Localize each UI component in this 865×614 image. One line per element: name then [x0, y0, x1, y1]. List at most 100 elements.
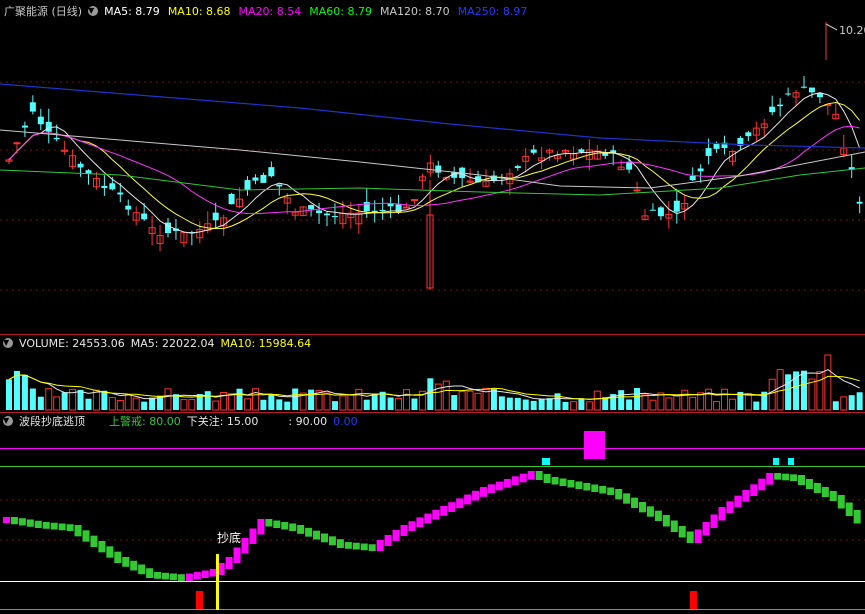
volume-bar: [212, 400, 220, 411]
volume-bar: [681, 389, 689, 411]
volume-bar: [593, 390, 601, 411]
volume-bar: [268, 394, 275, 410]
candle-body: [777, 104, 784, 107]
volume-bar: [45, 388, 53, 411]
volume-bar: [856, 392, 863, 410]
indicator-block: [289, 523, 297, 531]
volume-bar: [602, 397, 609, 410]
volume-bar: [339, 395, 347, 411]
candle-body: [141, 213, 148, 220]
alert-block: [788, 458, 794, 465]
indicator-block: [456, 498, 464, 509]
volume-bar: [546, 398, 553, 410]
indicator-block: [344, 542, 352, 549]
indicator-block: [837, 495, 845, 509]
volume-bar: [77, 389, 84, 410]
indicator-block: [535, 471, 543, 480]
indicator-block: [774, 473, 782, 480]
ma-legend-item: MA20: 8.54: [238, 4, 302, 18]
indicator-block: [448, 502, 456, 512]
candle-body: [633, 189, 641, 192]
candle-body: [53, 137, 60, 140]
candle-body: [379, 209, 386, 212]
volume-bar: [530, 400, 537, 410]
indicator-block: [559, 478, 567, 486]
volume-bar: [451, 395, 458, 410]
volume-bar: [204, 391, 211, 410]
indicator-block: [50, 522, 58, 530]
indicator-block: [472, 490, 480, 501]
volume-header: ▼ VOLUME: 24553.06 MA5: 22022.04 MA10: 1…: [0, 335, 311, 351]
volume-bar: [840, 396, 848, 411]
indicator-block: [26, 519, 34, 527]
volume-bar: [705, 388, 713, 411]
volume-bar: [427, 378, 434, 410]
candle-body: [530, 149, 537, 153]
ma-legend-item: MA250: 8.97: [457, 4, 528, 18]
indicator-block: [313, 530, 321, 540]
alert-block: [773, 458, 779, 465]
volume-bar: [506, 397, 513, 410]
indicator-block: [257, 519, 265, 535]
indicator-block: [146, 568, 154, 578]
volume-bar: [816, 371, 824, 411]
indicator-block: [376, 540, 384, 551]
candle-body: [657, 207, 664, 217]
volume-bar: [21, 374, 28, 410]
indicator-block: [424, 513, 432, 524]
volume-bar: [824, 354, 832, 411]
ma-legend-item: MA60: 8.79: [309, 4, 372, 18]
collapse-chevron-icon[interactable]: ▼: [3, 338, 13, 348]
volume-bar: [116, 400, 124, 411]
indicator-block: [3, 517, 10, 523]
collapse-chevron-icon[interactable]: ▼: [88, 6, 99, 16]
indicator-block: [575, 481, 583, 489]
volume-bar: [149, 397, 156, 410]
indicator-block: [18, 518, 26, 526]
volume-bar: [13, 370, 20, 410]
indicator-block: [233, 547, 241, 563]
indicator-block: [74, 525, 82, 537]
indicator-block: [416, 517, 424, 528]
indicator-block: [392, 530, 400, 541]
indicator-block: [66, 524, 74, 531]
indicator-block: [670, 520, 678, 532]
volume-ma10-line: [8, 374, 860, 400]
volume-bar: [490, 389, 497, 410]
volume-bar: [395, 398, 403, 411]
indicator-block: [273, 520, 281, 528]
ma250-line: [0, 83, 865, 149]
candlesticks: [5, 22, 863, 290]
indicator-block: [519, 473, 527, 483]
volume-bar: [411, 398, 418, 410]
candle-body: [626, 162, 633, 170]
volume-bar: [124, 394, 132, 411]
indicator-block: [599, 486, 607, 494]
indicator-block: [98, 541, 106, 553]
indicator-block: [305, 527, 313, 537]
volume-bar: [634, 388, 641, 410]
candle-body: [801, 86, 807, 88]
volume-bar: [403, 389, 410, 411]
volume-bar: [284, 401, 291, 410]
indicator-block: [225, 557, 233, 569]
indicator-block: [694, 529, 702, 543]
indicator-block: [122, 557, 130, 567]
collapse-chevron-icon[interactable]: ▼: [3, 416, 13, 426]
indicator-block: [440, 506, 448, 516]
indicator-block: [654, 510, 662, 521]
volume-bar: [618, 390, 625, 410]
candle-body: [331, 215, 338, 217]
bottom-bar: [690, 591, 697, 609]
ma-legend-item: MA120: 8.70: [379, 4, 450, 18]
bottom-bar: [196, 591, 203, 609]
volume-ma5-label: MA5: 22022.04: [130, 336, 215, 350]
stock-title[interactable]: 广聚能源 (日线): [4, 3, 82, 19]
candle-body: [212, 212, 219, 221]
volume-bar: [673, 394, 681, 411]
indicator-name[interactable]: 波段抄底逃顶: [19, 413, 85, 429]
candle-body: [308, 205, 315, 210]
candle-body: [85, 170, 92, 174]
indicator-block: [702, 522, 710, 536]
indicator-block: [734, 495, 742, 508]
